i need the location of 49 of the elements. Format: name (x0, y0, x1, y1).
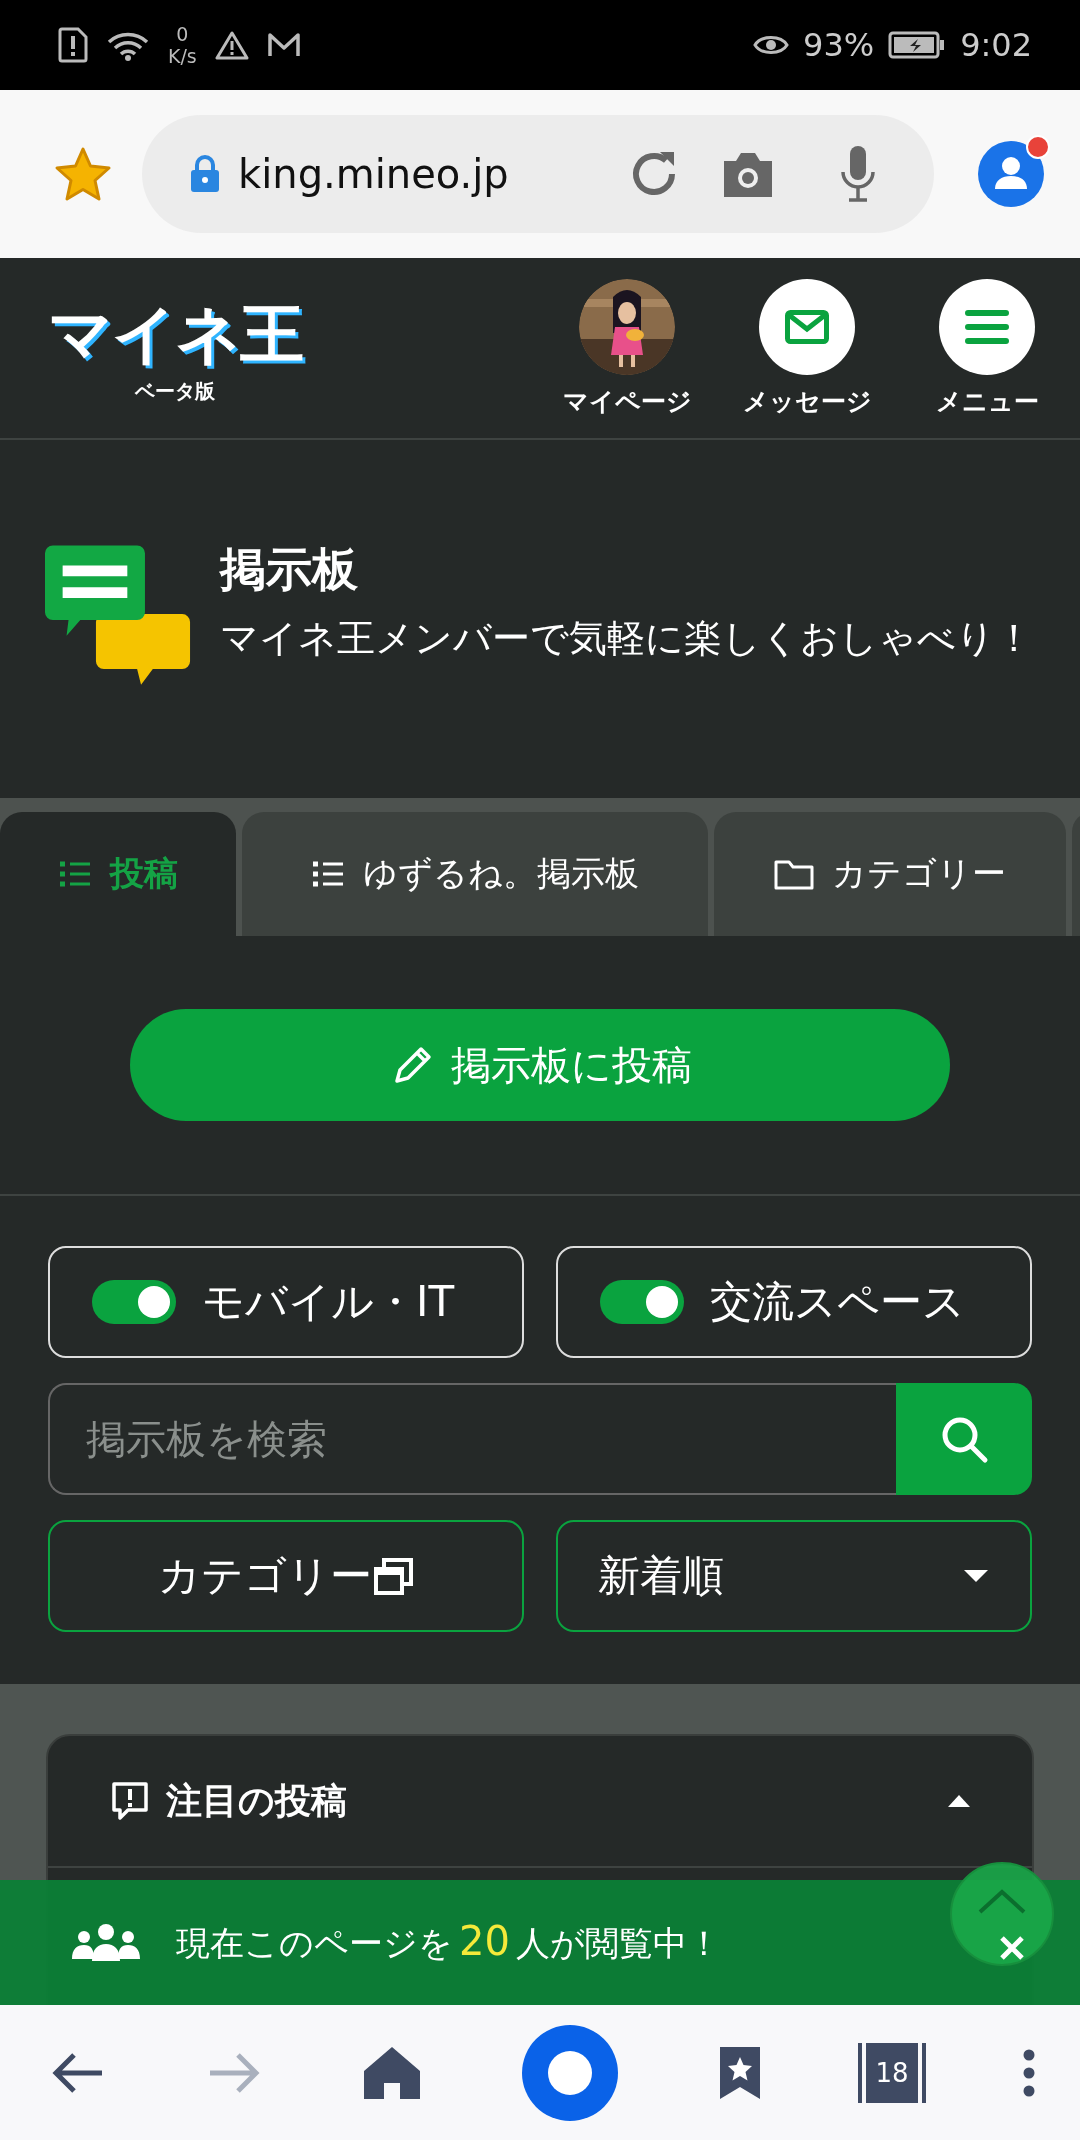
header-nav-item[interactable]: メッセージ (730, 278, 884, 418)
profile-icon[interactable] (976, 139, 1046, 209)
site-logo[interactable]: マイネ王 (48, 291, 302, 378)
bookmark-icon[interactable] (718, 2044, 762, 2101)
battery-percent: 93% (803, 26, 875, 64)
filter-label: 交流スペース (710, 1276, 965, 1328)
alert-bubble-icon (110, 1781, 150, 1821)
toggle-switch[interactable] (92, 1280, 176, 1324)
category-button[interactable]: カテゴリー (48, 1520, 524, 1632)
filter-toggle-chip[interactable]: 交流スペース (556, 1246, 1032, 1358)
tab[interactable]: カテゴリー (714, 812, 1066, 936)
sort-dropdown[interactable]: 新着順 (556, 1520, 1032, 1632)
board-title: 掲示板 (220, 541, 359, 598)
warning-icon (214, 30, 249, 60)
caret-icon[interactable] (946, 1793, 972, 1809)
url-text: king.mineo.jp (238, 151, 510, 197)
tab[interactable]: 投稿 (0, 812, 236, 936)
windows-icon (374, 1557, 414, 1595)
home-icon[interactable] (362, 2044, 422, 2101)
search-field[interactable]: 掲示板を検索 (48, 1383, 896, 1495)
microphone-icon[interactable] (838, 144, 878, 204)
filter-label: モバイル・IT (202, 1276, 455, 1328)
sim-alert-icon (58, 27, 88, 63)
filter-toggle-chip[interactable]: モバイル・IT (48, 1246, 524, 1358)
featured-title: 注目の投稿 (166, 1778, 348, 1823)
more-options-icon[interactable] (1022, 2047, 1036, 2098)
featured-header[interactable]: 注目の投稿 (48, 1736, 1032, 1868)
board-description: マイネ王メンバーで気軽に楽しくおしゃべり！ (220, 615, 1034, 662)
folder-icon (774, 858, 814, 890)
header-nav-item[interactable]: マイページ (550, 278, 704, 418)
browser-logo-icon[interactable] (522, 2024, 618, 2121)
people-icon (70, 1922, 142, 1963)
lock-icon (190, 155, 220, 193)
header-nav-item[interactable]: メニュー (910, 278, 1064, 418)
battery-icon (888, 31, 947, 59)
search-button[interactable] (896, 1383, 1032, 1495)
mail-app-icon (266, 31, 301, 59)
logo-caption: ベータ版 (135, 378, 215, 405)
tab[interactable]: ゆずるね。掲示板 (242, 812, 708, 936)
list-icon (58, 860, 92, 888)
address-bar[interactable]: king.mineo.jp (142, 115, 934, 233)
dropdown-caret-icon (962, 1568, 990, 1584)
close-icon[interactable] (998, 1934, 1026, 1962)
toggle-switch[interactable] (600, 1280, 684, 1324)
star-icon[interactable] (54, 146, 112, 202)
clock-time: 9:02 (960, 26, 1032, 64)
network-speed: 0 K/s (168, 23, 197, 67)
viewer-count-message: 現在このページを 20 人が閲覧中！ (176, 1918, 721, 1966)
list-icon (311, 860, 345, 888)
